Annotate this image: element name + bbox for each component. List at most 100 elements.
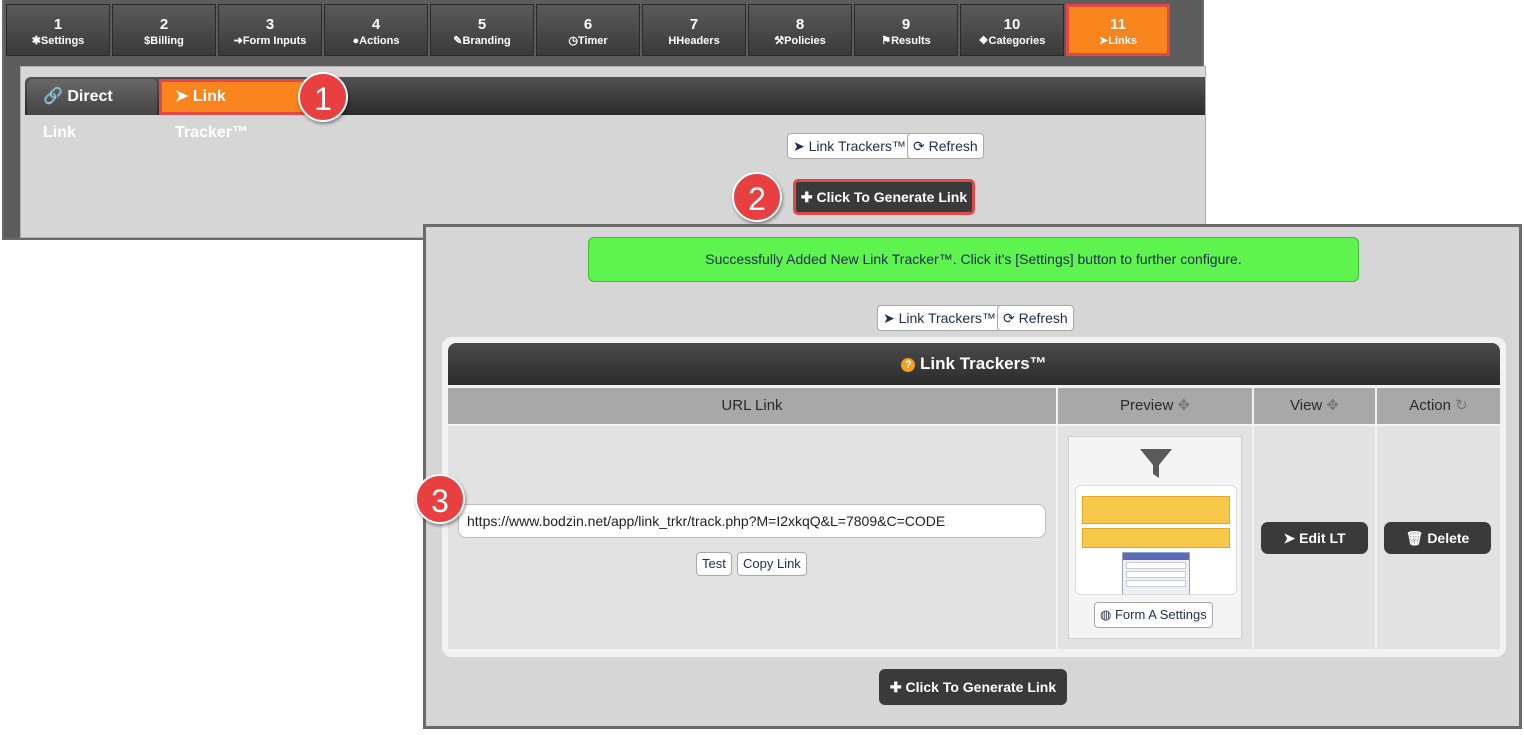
generate-link-button[interactable]: ✚ Click To Generate Link <box>879 669 1067 705</box>
button-label: Link Trackers™ <box>898 310 996 326</box>
step-label: Form Inputs <box>242 35 307 47</box>
step-number: 1 <box>53 16 63 33</box>
step-tab-categories[interactable]: 10 ❖Categories <box>960 4 1064 56</box>
step-number: 11 <box>1110 16 1126 33</box>
refresh-icon: ⟳ <box>913 138 925 154</box>
links-content-area: 🔗 Direct Link ➤ Link Tracker™ ➤ Link Tra… <box>20 66 1206 238</box>
step-tab-actions[interactable]: 4 ●Actions <box>324 4 428 56</box>
form-preview-thumbnail[interactable] <box>1075 485 1237 595</box>
gavel-icon: ⚒ <box>774 35 785 47</box>
table-cell-preview: ◍ Form A Settings <box>1058 426 1252 649</box>
header-label: Preview <box>1119 397 1174 414</box>
collapse-icon: ✥ <box>1326 397 1339 414</box>
form-preview-card: ◍ Form A Settings <box>1068 436 1242 639</box>
table-cell-view: ➤ Edit LT <box>1254 426 1375 649</box>
tab-direct-link[interactable]: 🔗 Direct Link <box>27 79 157 141</box>
button-label: Click To Generate Link <box>905 679 1057 695</box>
step-label: Results <box>891 35 931 47</box>
button-label: Form A Settings <box>1114 607 1207 622</box>
step-label: Actions <box>359 35 400 47</box>
step-tab-results[interactable]: 9 ⚑Results <box>854 4 958 56</box>
preview-warning-box <box>1082 496 1230 524</box>
step-tab-billing[interactable]: 2 $Billing <box>112 4 216 56</box>
step-label: Billing <box>150 35 184 47</box>
column-header-action[interactable]: Action ↻ <box>1377 388 1500 424</box>
step-label: Branding <box>462 35 511 47</box>
link-type-tabbar: 🔗 Direct Link ➤ Link Tracker™ <box>25 77 1205 141</box>
button-label: Refresh <box>1018 310 1068 326</box>
header-label: Action <box>1409 397 1451 414</box>
result-panel: Successfully Added New Link Tracker™. Cl… <box>423 224 1522 729</box>
step-marker-3: 3 <box>415 474 465 524</box>
button-label: Refresh <box>928 138 978 154</box>
step-number: 4 <box>371 16 381 33</box>
step-tab-policies[interactable]: 8 ⚒Policies <box>748 4 852 56</box>
delete-button[interactable]: 🗑 Delete <box>1384 522 1491 554</box>
step-tab-form-inputs[interactable]: 3 ➜Form Inputs <box>218 4 322 56</box>
tracker-url-field[interactable]: https://www.bodzin.net/app/link_trkr/tra… <box>458 504 1046 538</box>
gear-icon: ✱ <box>31 35 41 47</box>
step-tab-timer[interactable]: 6 ◷Timer <box>536 4 640 56</box>
step-number: 8 <box>795 16 805 33</box>
pointer-icon: ➤ <box>1283 530 1296 546</box>
button-label: Delete <box>1427 530 1470 546</box>
plus-icon: ✚ <box>889 679 902 695</box>
button-label: Link Trackers™ <box>808 138 906 154</box>
column-header-url: URL Link <box>448 388 1056 424</box>
step-number: 6 <box>583 16 593 33</box>
pointer-icon: ➤ <box>175 88 189 105</box>
funnel-icon <box>1140 449 1172 478</box>
step-number: 5 <box>477 16 487 33</box>
table-title-text: Link Trackers™ <box>920 354 1047 373</box>
step-tab-headers[interactable]: 7 HHeaders <box>642 4 746 56</box>
step-tab-settings[interactable]: 1 ✱Settings <box>6 4 110 56</box>
pointer-icon: ➤ <box>1099 35 1109 47</box>
test-button[interactable]: Test <box>696 552 732 576</box>
step-tab-branding[interactable]: 5 ✎Branding <box>430 4 534 56</box>
flag-icon: ⚑ <box>881 35 892 47</box>
copy-link-button[interactable]: Copy Link <box>737 552 807 576</box>
step-tab-links[interactable]: 11 ➤Links <box>1066 4 1170 56</box>
pointer-icon: ➤ <box>793 138 805 154</box>
table-cell-url: https://www.bodzin.net/app/link_trkr/tra… <box>448 426 1056 649</box>
help-icon[interactable]: ? <box>901 357 916 372</box>
generate-link-button[interactable]: ✚ Click To Generate Link <box>793 179 975 215</box>
refresh-icon: ⟳ <box>1003 310 1015 326</box>
button-label: Edit LT <box>1299 530 1346 546</box>
edit-lt-button[interactable]: ➤ Edit LT <box>1261 522 1368 554</box>
step-label: Timer <box>577 35 608 47</box>
plus-icon: ✚ <box>800 189 813 205</box>
step-number: 7 <box>689 16 699 33</box>
cubes-icon: ❖ <box>978 35 989 47</box>
link-trackers-table: ? Link Trackers™ URL Link Preview ✥ View… <box>442 337 1506 657</box>
column-header-preview[interactable]: Preview ✥ <box>1058 388 1252 424</box>
collapse-icon: ✥ <box>1177 397 1191 414</box>
step-number: 2 <box>159 16 169 33</box>
clock-icon: ◷ <box>568 35 578 47</box>
link-trackers-button[interactable]: ➤ Link Trackers™ <box>877 305 1002 331</box>
wizard-panel: 1 ✱Settings 2 $Billing 3 ➜Form Inputs 4 … <box>2 0 1206 240</box>
step-number: 10 <box>1003 16 1021 33</box>
pointer-icon: ➤ <box>883 310 895 326</box>
refresh-icon: ↻ <box>1455 397 1468 414</box>
globe-icon: ◍ <box>1100 607 1112 622</box>
preview-form <box>1122 552 1190 594</box>
success-alert: Successfully Added New Link Tracker™. Cl… <box>588 237 1359 282</box>
form-settings-button[interactable]: ◍ Form A Settings <box>1094 602 1213 628</box>
sign-in-icon: ➜ <box>233 35 243 47</box>
step-number: 9 <box>901 16 911 33</box>
step-marker-2: 2 <box>732 172 782 222</box>
link-trackers-button[interactable]: ➤ Link Trackers™ <box>787 133 912 159</box>
refresh-button[interactable]: ⟳ Refresh <box>907 133 984 159</box>
header-label: View <box>1290 397 1323 414</box>
tab-link-tracker[interactable]: ➤ Link Tracker™ <box>159 79 305 141</box>
step-marker-1: 1 <box>298 72 348 122</box>
step-label: Categories <box>988 35 1046 47</box>
step-label: Settings <box>40 35 85 47</box>
preview-warning-box <box>1082 528 1230 548</box>
step-label: Links <box>1108 35 1137 47</box>
column-header-view[interactable]: View ✥ <box>1254 388 1375 424</box>
refresh-button[interactable]: ⟳ Refresh <box>997 305 1074 331</box>
step-number: 3 <box>265 16 275 33</box>
button-label: Click To Generate Link <box>816 189 968 205</box>
